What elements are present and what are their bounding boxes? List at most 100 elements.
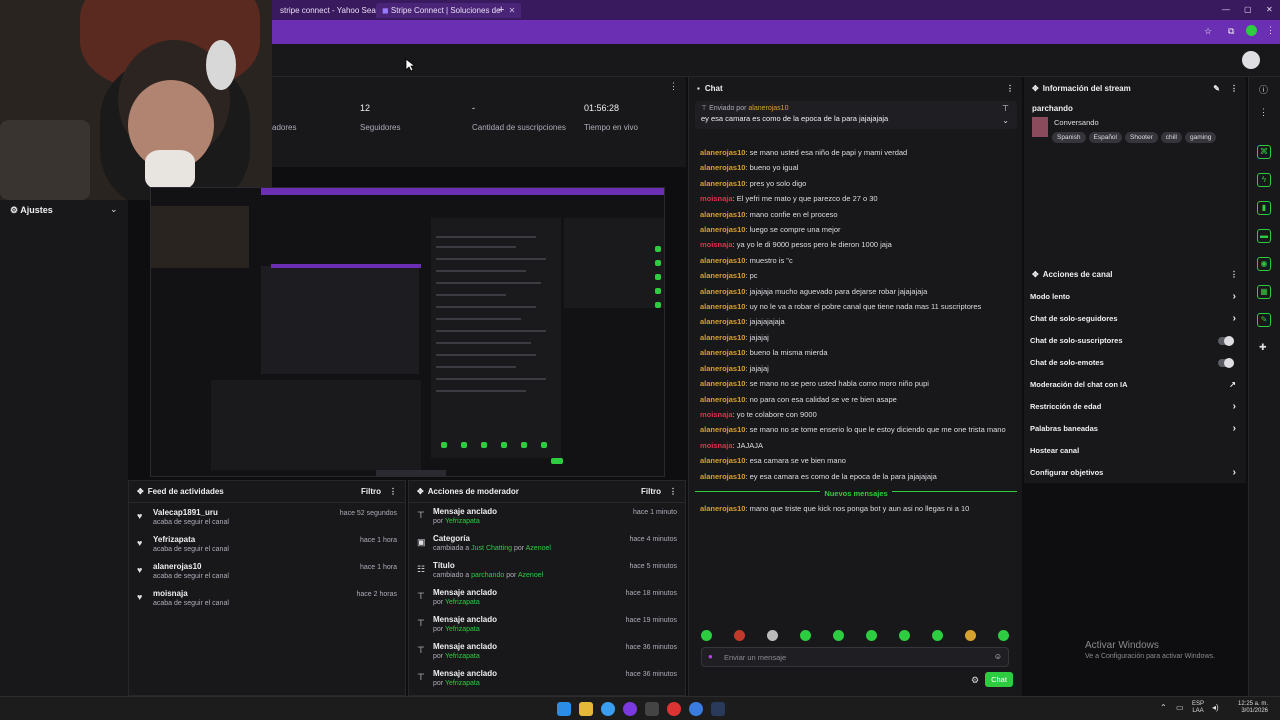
mod-sub-user[interactable]: parchando bbox=[471, 572, 504, 579]
emoji-icon[interactable]: ☺ bbox=[994, 652, 1002, 661]
bolt-icon[interactable]: ϟ bbox=[1257, 173, 1271, 187]
avatar[interactable] bbox=[1242, 51, 1260, 69]
minimize-icon[interactable]: — bbox=[1216, 2, 1236, 17]
more-icon[interactable]: ⋮ bbox=[669, 487, 677, 496]
mod-sub-user[interactable]: Just Chatting bbox=[471, 545, 512, 552]
chat-message[interactable]: alanerojas10: ey esa camara es como de l… bbox=[689, 469, 1023, 484]
filter-button[interactable]: Filtro bbox=[361, 487, 381, 496]
chat-user[interactable]: alanerojas10 bbox=[700, 163, 745, 172]
channel-action-item[interactable]: Chat de solo-seguidores › bbox=[1024, 308, 1246, 330]
chat-message[interactable]: moisnaja: ya yo le di 9000 pesos pero le… bbox=[689, 237, 1023, 252]
chat-bubble-icon[interactable]: ▬ bbox=[1257, 229, 1271, 243]
app-icon[interactable] bbox=[645, 702, 659, 716]
chat-user[interactable]: alanerojas10 bbox=[700, 333, 745, 342]
star-icon[interactable]: ☆ bbox=[1204, 26, 1212, 37]
mod-action-item[interactable]: ▣ Categoría cambiada a Just Chatting por A… bbox=[409, 534, 685, 561]
close-window-icon[interactable]: ✕ bbox=[1260, 2, 1279, 17]
emote-icon[interactable] bbox=[965, 630, 976, 641]
chat-user[interactable]: alanerojas10 bbox=[700, 225, 745, 234]
chat-message[interactable]: moisnaja: El yefri me mato y que parezco… bbox=[689, 191, 1023, 206]
chevron-down-icon[interactable]: ⌄ bbox=[1002, 116, 1009, 125]
chat-user[interactable]: alanerojas10 bbox=[700, 504, 745, 513]
new-tab-button[interactable]: + bbox=[492, 1, 510, 16]
chat-message[interactable]: alanerojas10: jajajaj bbox=[689, 361, 1023, 376]
mod-sub-user[interactable]: Yefrizapata bbox=[445, 680, 480, 687]
chat-user[interactable]: alanerojas10 bbox=[700, 256, 745, 265]
chat-message[interactable]: alanerojas10: bueno la misma mierda bbox=[689, 345, 1023, 360]
channel-action-item[interactable]: Palabras baneadas › bbox=[1024, 418, 1246, 440]
chat-message[interactable]: alanerojas10: se mano usted esa niño de … bbox=[689, 145, 1023, 160]
broadcast-icon[interactable]: ◉ bbox=[1257, 257, 1271, 271]
expand-icon[interactable]: ✥ bbox=[417, 487, 424, 496]
settings-item[interactable]: ⚙ Ajustes bbox=[10, 205, 53, 216]
channel-action-item[interactable]: Chat de solo-suscriptores bbox=[1024, 330, 1246, 352]
chrome-icon[interactable] bbox=[689, 702, 703, 716]
emote-icon[interactable] bbox=[899, 630, 910, 641]
stream-tag[interactable]: Español bbox=[1088, 132, 1122, 143]
activity-item[interactable]: ♥ Valecap1891_uru acaba de seguir el canal… bbox=[129, 508, 405, 535]
clock[interactable]: 12:25 a. m. 3/01/2026 bbox=[1238, 701, 1268, 715]
emote-icon[interactable] bbox=[833, 630, 844, 641]
activity-item[interactable]: ♥ alanerojas10 acaba de seguir el canal hac… bbox=[129, 562, 405, 589]
menu-icon[interactable]: ⋮ bbox=[1266, 25, 1275, 36]
mod-sub-user[interactable]: Yefrizapata bbox=[445, 599, 480, 606]
channel-action-item[interactable]: Moderación del chat con IA ↗ bbox=[1024, 374, 1246, 396]
chat-user[interactable]: alanerojas10 bbox=[700, 287, 745, 296]
add-icon[interactable]: ✚ bbox=[1259, 342, 1267, 353]
filter-button[interactable]: Filtro bbox=[641, 487, 661, 496]
toggle-switch[interactable] bbox=[1218, 358, 1234, 368]
maximize-icon[interactable]: ▢ bbox=[1238, 2, 1258, 17]
more-icon[interactable]: ⋮ bbox=[1230, 270, 1238, 279]
chat-message[interactable]: alanerojas10: luego se compre una mejor bbox=[689, 222, 1023, 237]
profile-icon[interactable] bbox=[1246, 25, 1257, 36]
more-icon[interactable]: ⋮ bbox=[669, 81, 678, 92]
mod-action-item[interactable]: ⊤ Mensaje anclado por Yefrizapata hace 18 m… bbox=[409, 588, 685, 615]
chat-message[interactable]: alanerojas10: jajajajajaja bbox=[689, 314, 1023, 329]
chat-message[interactable]: alanerojas10: muestro is "c bbox=[689, 253, 1023, 268]
chat-message[interactable]: alanerojas10: mano confie en el proceso bbox=[689, 207, 1023, 222]
chat-message[interactable]: alanerojas10: jajajaja mucho aguevado pa… bbox=[689, 284, 1023, 299]
windows-start-icon[interactable] bbox=[557, 702, 571, 716]
emote-icon[interactable] bbox=[932, 630, 943, 641]
chat-user[interactable]: alanerojas10 bbox=[700, 472, 745, 481]
chat-message[interactable]: alanerojas10: uy no le va a robar el pob… bbox=[689, 299, 1023, 314]
chat-user[interactable]: alanerojas10 bbox=[700, 179, 745, 188]
mod-sub-user[interactable]: Yefrizapata bbox=[445, 653, 480, 660]
chat-user[interactable]: alanerojas10 bbox=[700, 379, 745, 388]
mod-by-user[interactable]: Azenoel bbox=[518, 572, 543, 579]
chat-user[interactable]: alanerojas10 bbox=[700, 271, 745, 280]
mod-action-item[interactable]: ⊤ Mensaje anclado por Yefrizapata hace 19 m… bbox=[409, 615, 685, 642]
chat-user[interactable]: moisnaja bbox=[700, 410, 733, 419]
app-icon[interactable] bbox=[623, 702, 637, 716]
chat-input[interactable]: ● Enviar un mensaje ☺ bbox=[701, 647, 1009, 667]
expand-icon[interactable]: ✥ bbox=[137, 487, 144, 496]
unpin-icon[interactable]: ⊤ bbox=[1002, 104, 1009, 113]
extensions-icon[interactable]: ⧉ bbox=[1228, 26, 1234, 37]
chat-user[interactable]: alanerojas10 bbox=[700, 302, 745, 311]
emote-icon[interactable] bbox=[701, 630, 712, 641]
grid-icon[interactable]: ▦ bbox=[1257, 285, 1271, 299]
chat-user[interactable]: alanerojas10 bbox=[700, 348, 745, 357]
shortcut-icon[interactable]: ⌘ bbox=[1257, 145, 1271, 159]
chat-message[interactable]: alanerojas10: bueno yo igual bbox=[689, 160, 1023, 175]
chat-message[interactable]: alanerojas10: esa camara se ve bien mano bbox=[689, 453, 1023, 468]
chat-user[interactable]: alanerojas10 bbox=[700, 317, 745, 326]
bookmark-icon[interactable]: ▮ bbox=[1257, 201, 1271, 215]
chevron-down-icon[interactable]: ⌄ bbox=[110, 204, 118, 215]
activity-item[interactable]: ♥ Yefrizapata acaba de seguir el canal hace… bbox=[129, 535, 405, 562]
emote-icon[interactable] bbox=[866, 630, 877, 641]
mod-action-item[interactable]: ⊤ Mensaje anclado por Yefrizapata hace 36 m… bbox=[409, 669, 685, 696]
mod-by-user[interactable]: Azenoel bbox=[526, 545, 551, 552]
chat-user[interactable]: alanerojas10 bbox=[700, 210, 745, 219]
channel-action-item[interactable]: Restricción de edad › bbox=[1024, 396, 1246, 418]
chat-message[interactable]: alanerojas10: pres yo solo digo bbox=[689, 176, 1023, 191]
emote-icon[interactable] bbox=[800, 630, 811, 641]
chat-user[interactable]: alanerojas10 bbox=[700, 456, 745, 465]
channel-action-item[interactable]: Chat de solo-emotes bbox=[1024, 352, 1246, 374]
channel-action-item[interactable]: Configurar objetivos › bbox=[1024, 462, 1246, 484]
more-icon[interactable]: ⋮ bbox=[389, 487, 397, 496]
expand-icon[interactable]: ✥ bbox=[1032, 270, 1039, 279]
info-icon[interactable]: ⓘ bbox=[1259, 83, 1268, 96]
chat-settings-icon[interactable]: ⚙ bbox=[971, 675, 979, 686]
stream-tag[interactable]: chill bbox=[1160, 132, 1182, 143]
